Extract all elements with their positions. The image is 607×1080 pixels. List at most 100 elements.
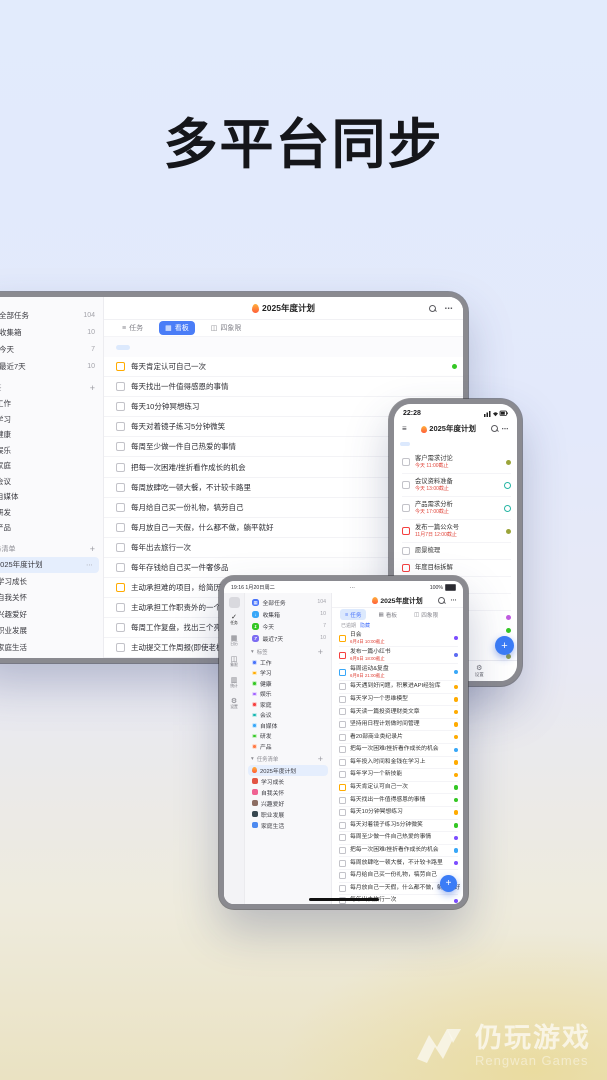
rail-item[interactable]: ▥ 统计 (230, 677, 238, 698)
task-row[interactable]: 每周运动&复盘 6月8日 21:00截止 (339, 664, 458, 681)
task-checkbox[interactable] (339, 860, 346, 867)
task-checkbox[interactable] (339, 652, 346, 659)
sidebar-tag-item[interactable]: 工作 (245, 657, 331, 668)
group-chip[interactable] (456, 442, 466, 446)
view-tab[interactable]: ≡ 任务 (340, 609, 366, 620)
task-checkbox[interactable] (402, 458, 410, 466)
task-checkbox[interactable] (339, 809, 346, 816)
task-row[interactable]: 看20部商业类纪录片 (339, 731, 458, 744)
sidebar-list-item[interactable]: 学习成长 (0, 573, 99, 590)
add-list-button[interactable]: + (318, 754, 323, 764)
lists-section-header[interactable]: ▾ 任务清单 + (245, 754, 331, 765)
more-icon[interactable]: ⋯ (451, 597, 458, 604)
more-icon[interactable]: ⋯ (502, 425, 510, 433)
task-checkbox[interactable] (116, 483, 125, 492)
sidebar-tag-item[interactable]: 健康 (0, 427, 103, 443)
sidebar-list-item[interactable]: 自我关怀 (0, 590, 99, 607)
task-row[interactable]: 坚持用日程计划做时间管理 (339, 719, 458, 732)
group-chip[interactable] (400, 442, 410, 446)
task-row[interactable]: 发布一篇公众号 11月7日 12:00截止 (402, 520, 511, 543)
tags-section-header[interactable]: ▾ 标签 + (0, 380, 103, 396)
view-tab[interactable]: ◫ 四象限 (409, 609, 443, 620)
task-checkbox[interactable] (339, 834, 346, 841)
task-checkbox[interactable] (339, 759, 346, 766)
task-row[interactable]: 每天对着镜子练习5分钟微笑 (339, 820, 458, 833)
task-row[interactable]: 每天肯定认可自己一次 (339, 782, 458, 795)
sidebar-tag-item[interactable]: 娱乐 (0, 443, 103, 459)
sidebar-nav-item[interactable]: 7 最近7天 10 (0, 358, 103, 375)
group-chip[interactable] (442, 442, 452, 446)
group-chip[interactable] (136, 345, 150, 350)
task-checkbox[interactable] (116, 623, 125, 632)
task-checkbox[interactable] (116, 563, 125, 572)
task-row[interactable]: 每天学习一个思维模型 (339, 694, 458, 707)
add-task-fab[interactable]: + (440, 875, 457, 892)
group-chip[interactable] (116, 345, 130, 350)
group-chip[interactable] (176, 345, 190, 350)
task-checkbox[interactable] (402, 564, 410, 572)
rail-item[interactable]: ✓ 任务 (230, 614, 238, 635)
sidebar-list-item[interactable]: 家庭生活 (0, 639, 99, 656)
more-icon[interactable]: ⋯ (445, 304, 454, 313)
task-checkbox[interactable] (116, 583, 125, 592)
task-row[interactable]: 每天读一篇投资理财类文章 (339, 706, 458, 719)
group-action-link[interactable]: 隐藏 (360, 622, 370, 629)
avatar[interactable] (229, 597, 240, 608)
group-chip[interactable] (414, 442, 424, 446)
task-row[interactable]: 客户需求讨论 今天 11:00截止 (402, 451, 511, 474)
list-more-icon[interactable]: ⋯ (86, 561, 93, 569)
task-checkbox[interactable] (116, 543, 125, 552)
task-checkbox[interactable] (339, 797, 346, 804)
sidebar-tag-item[interactable]: 研发 (0, 505, 103, 521)
task-checkbox[interactable] (339, 885, 346, 892)
task-checkbox[interactable] (339, 683, 346, 690)
sidebar-nav-item[interactable]: ▦ 全部任务 104 (245, 596, 331, 608)
sidebar-list-item[interactable]: 学习成长 (248, 776, 328, 787)
task-checkbox[interactable] (339, 847, 346, 854)
view-tab[interactable]: ◫ 四象限 (205, 321, 248, 335)
task-checkbox[interactable] (339, 872, 346, 879)
task-checkbox[interactable] (116, 422, 125, 431)
task-checkbox[interactable] (116, 442, 125, 451)
task-checkbox[interactable] (339, 746, 346, 753)
group-chip[interactable] (196, 345, 210, 350)
group-chip[interactable] (156, 345, 170, 350)
task-row[interactable]: 愿景梳理 (402, 543, 511, 560)
sidebar-tag-item[interactable]: 产品 (0, 520, 103, 536)
sidebar-tag-item[interactable]: 自媒体 (0, 489, 103, 505)
add-tag-button[interactable]: + (90, 383, 95, 393)
sidebar-tag-item[interactable]: 健康 (245, 678, 331, 689)
task-checkbox[interactable] (116, 503, 125, 512)
sidebar-list-item[interactable]: 家庭生活 (248, 820, 328, 831)
sidebar-list-item[interactable]: 2025年度计划 ⋯ (0, 557, 99, 574)
sidebar-tag-item[interactable]: 学习 (0, 412, 103, 428)
sidebar-tag-item[interactable]: 家庭 (0, 458, 103, 474)
task-row[interactable]: 每天找出一件值得感恩的事情 (104, 377, 463, 397)
sidebar-tag-item[interactable]: 自媒体 (245, 720, 331, 731)
task-row[interactable]: 每天10分钟冥想练习 (339, 807, 458, 820)
hamburger-menu-icon[interactable]: ≡ (402, 424, 407, 433)
sidebar-tag-item[interactable]: 研发 (245, 731, 331, 742)
sidebar-list-item[interactable]: 自我关怀 (248, 787, 328, 798)
sidebar-tag-item[interactable]: 工作 (0, 396, 103, 412)
rail-item[interactable]: ◫ 象限 (230, 656, 238, 677)
task-checkbox[interactable] (116, 382, 125, 391)
task-row[interactable]: 会议资料准备 今天 13:00截止 (402, 474, 511, 497)
task-checkbox[interactable] (116, 603, 125, 612)
task-checkbox[interactable] (339, 708, 346, 715)
view-tab[interactable]: ▦ 看板 (159, 321, 195, 335)
sidebar-list-item[interactable]: 兴趣爱好 (0, 606, 99, 623)
sidebar-nav-item[interactable]: 1 今天 7 (0, 341, 103, 358)
task-row[interactable]: 每周至少做一件自己热爱的事情 (339, 832, 458, 845)
task-checkbox[interactable] (339, 734, 346, 741)
sidebar-tag-item[interactable]: 会议 (245, 710, 331, 721)
group-chip[interactable] (470, 442, 480, 446)
sidebar-tag-item[interactable]: 家庭 (245, 699, 331, 710)
sidebar-tag-item[interactable]: 产品 (245, 741, 331, 752)
add-task-fab[interactable]: + (495, 636, 514, 655)
task-checkbox[interactable] (339, 784, 346, 791)
view-tab[interactable]: ▦ 看板 (373, 609, 402, 620)
task-checkbox[interactable] (116, 523, 125, 532)
sidebar-list-item[interactable]: 职业发展 (248, 809, 328, 820)
task-checkbox[interactable] (402, 504, 410, 512)
